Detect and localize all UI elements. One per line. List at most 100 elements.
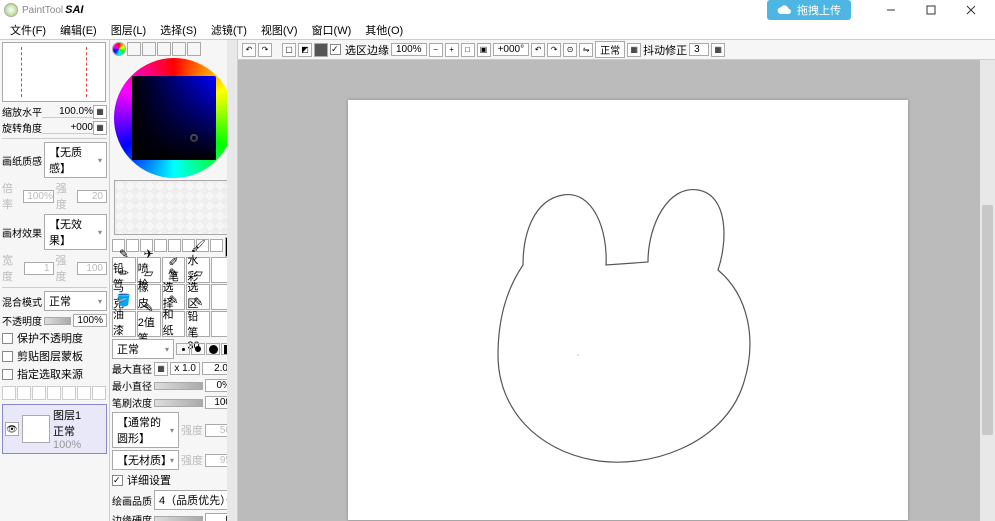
max-mult[interactable]: x 1.0 [170, 362, 200, 375]
zoom-tool-icon[interactable] [168, 239, 181, 252]
layer-visibility-icon[interactable]: 👁 [5, 422, 19, 436]
scrollbar-thumb[interactable] [982, 205, 993, 435]
layer-item[interactable]: 👁 图层1 正常 100% [2, 404, 107, 454]
brush-tex-dropdown[interactable]: 【无效果】 [44, 214, 107, 250]
density-slider[interactable] [154, 399, 203, 407]
canvas-paper[interactable] [348, 100, 908, 520]
show-sel-icon[interactable] [314, 43, 328, 57]
zoom-fit-icon[interactable]: □ [461, 43, 475, 57]
clip-below-checkbox[interactable] [2, 351, 13, 362]
opacity-value[interactable]: 100% [73, 314, 107, 327]
transfer-down-icon[interactable] [47, 386, 61, 400]
tool-panel-scrollbar[interactable] [227, 40, 237, 521]
redo-icon[interactable]: ↷ [258, 43, 272, 57]
canvas-area: ↶ ↷ ▢ ◩ 选区边缘 100% − + □ ▣ +000° ↶ ↷ ⊙ ⇋ … [238, 40, 995, 521]
lock-source-label: 指定选取来源 [17, 366, 83, 382]
color-hsv-tab-icon[interactable] [142, 42, 156, 56]
menu-layer[interactable]: 图层(L) [105, 20, 152, 40]
color-mixer-tab-icon[interactable] [157, 42, 171, 56]
stabilizer-value[interactable]: 3 [689, 43, 709, 56]
quality-dropdown[interactable]: 4（品质优先） [154, 490, 235, 510]
menu-view[interactable]: 视图(V) [255, 20, 304, 40]
new-group-icon[interactable] [32, 386, 46, 400]
mode-menu-icon[interactable]: ▦ [627, 43, 641, 57]
brush-tex-dropdown-2[interactable]: 【无材质】 [112, 450, 179, 470]
zoom-reset-icon[interactable]: ▣ [477, 43, 491, 57]
protect-alpha-checkbox[interactable] [2, 333, 13, 344]
sel-edge-label: 选区边缘 [345, 42, 389, 58]
zoom-label: 缩放水平 [2, 104, 42, 119]
canvas-viewport[interactable] [238, 60, 995, 521]
navigator-minimap[interactable] [2, 42, 106, 102]
menu-filter[interactable]: 滤镜(T) [205, 20, 253, 40]
brush-washi[interactable]: ✎和纸笔 [162, 311, 186, 337]
zoom-field[interactable]: 100% [391, 43, 427, 56]
brush-shape-1[interactable] [176, 343, 190, 355]
brush-shape-dropdown[interactable]: 【通常的圆形】 [112, 412, 179, 448]
sel-edge-checkbox[interactable] [330, 44, 341, 55]
menu-other[interactable]: 其他(O) [359, 20, 409, 40]
brush-blend-dropdown[interactable]: 正常 [112, 339, 174, 359]
stabilizer-menu-icon[interactable]: ▦ [711, 43, 725, 57]
blend-mode-dropdown[interactable]: 正常 [44, 291, 107, 311]
color-swatch-tab-icon[interactable] [172, 42, 186, 56]
menu-edit[interactable]: 编辑(E) [54, 20, 103, 40]
eyedropper-tool-icon[interactable] [210, 239, 223, 252]
lock-source-checkbox[interactable] [2, 369, 13, 380]
upload-label: 拖拽上传 [797, 2, 841, 18]
advanced-checkbox[interactable] [112, 475, 123, 486]
close-button[interactable] [951, 1, 991, 19]
delete-layer-icon[interactable] [92, 386, 106, 400]
upload-button[interactable]: 拖拽上传 [767, 0, 851, 20]
angle-value[interactable]: +000 [42, 122, 93, 134]
size-menu-icon[interactable]: ▦ [154, 362, 168, 376]
flip-h-icon[interactable]: ⇋ [579, 43, 593, 57]
edge-hard-slider[interactable] [154, 516, 203, 521]
brush-pencil30[interactable]: ✎铅笔30 [186, 311, 210, 337]
angle-field[interactable]: +000° [493, 43, 530, 56]
new-layer-icon[interactable] [2, 386, 16, 400]
menu-window[interactable]: 窗口(W) [306, 20, 358, 40]
rotate-reset-icon[interactable]: ⊙ [563, 43, 577, 57]
eraser-icon: ▱ [144, 267, 153, 279]
color-wheel-tab-icon[interactable] [112, 42, 126, 56]
marker-icon: ✏ [119, 267, 129, 279]
color-scratch-tab-icon[interactable] [187, 42, 201, 56]
brush-binary[interactable]: ✎2值笔 [137, 311, 161, 337]
opacity-slider[interactable] [44, 317, 71, 325]
move-tool-icon[interactable] [154, 239, 167, 252]
zoom-value[interactable]: 100.0% [42, 106, 93, 118]
canvas-vscrollbar[interactable] [979, 60, 995, 521]
brush-shape-2[interactable] [191, 343, 205, 355]
angle-menu-icon[interactable]: ▦ [93, 121, 107, 135]
brush-bucket[interactable]: 🪣油漆桶 [112, 311, 136, 337]
paper-tex-dropdown[interactable]: 【无质感】 [44, 142, 107, 178]
color-wheel[interactable] [114, 58, 234, 178]
deselect-icon[interactable]: ▢ [282, 43, 296, 57]
rotate-ccw-icon[interactable]: ↶ [531, 43, 545, 57]
app-title-1: PaintTool [22, 5, 63, 16]
selpen-icon: ✎ [168, 267, 178, 279]
canvas-mode[interactable]: 正常 [595, 41, 625, 58]
color-rgb-tab-icon[interactable] [127, 42, 141, 56]
swatch-panel[interactable] [114, 180, 234, 235]
undo-icon[interactable]: ↶ [242, 43, 256, 57]
protect-alpha-label: 保护不透明度 [17, 330, 83, 346]
rotate-cw-icon[interactable]: ↷ [547, 43, 561, 57]
clear-layer-icon[interactable] [77, 386, 91, 400]
invert-sel-icon[interactable]: ◩ [298, 43, 312, 57]
maximize-button[interactable] [911, 1, 951, 19]
brush-shape-3[interactable] [206, 343, 220, 355]
zoom-out-icon[interactable]: − [429, 43, 443, 57]
menu-file[interactable]: 文件(F) [4, 20, 52, 40]
min-size-slider[interactable] [154, 382, 203, 390]
menu-select[interactable]: 选择(S) [154, 20, 203, 40]
color-square[interactable] [132, 76, 216, 160]
merge-down-icon[interactable] [62, 386, 76, 400]
new-linework-icon[interactable] [17, 386, 31, 400]
zoom-menu-icon[interactable]: ▦ [93, 105, 107, 119]
layer-mode: 正常 [53, 423, 81, 439]
zoom-in-icon[interactable]: + [445, 43, 459, 57]
pencil30-icon: ✎ [193, 296, 203, 308]
minimize-button[interactable] [871, 1, 911, 19]
